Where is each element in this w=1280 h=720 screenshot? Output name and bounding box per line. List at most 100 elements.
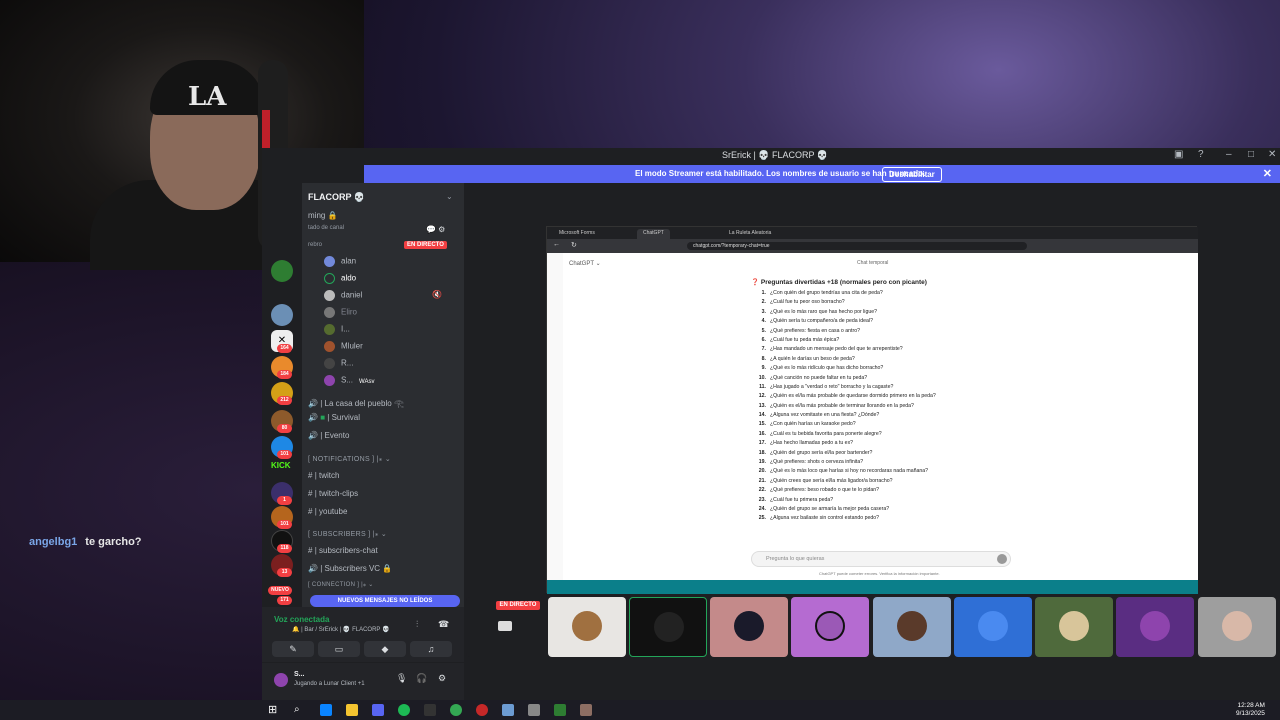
list-item-text: ¿A quién le darías un beso de peda? — [770, 355, 855, 362]
camera-button[interactable]: ✎ — [272, 641, 314, 657]
voice-actions-icon[interactable]: 💬 ⚙ — [426, 225, 445, 234]
mic-icon[interactable]: 🎙 — [396, 673, 407, 684]
obs-icon[interactable] — [476, 704, 488, 716]
list-item-number: 18. — [758, 449, 766, 456]
participant-tile[interactable] — [1198, 597, 1276, 657]
live-member-name[interactable]: rebro — [308, 242, 322, 248]
participant-tile[interactable] — [1035, 597, 1113, 657]
list-item: 1. ¿Con quién del grupo tendrías una cita… — [755, 289, 1055, 298]
list-item: 24. ¿Quién del grupo se armaría la mejor … — [755, 505, 1055, 514]
participant-tile[interactable] — [873, 597, 951, 657]
back-icon[interactable]: ← — [553, 241, 560, 248]
text-channel[interactable]: # | youtube — [308, 507, 347, 516]
maximize-icon[interactable]: □ — [1248, 149, 1254, 160]
voice-channel[interactable]: 🔊 | La casa del pueblo 𓂀 — [308, 395, 404, 409]
category-connection[interactable]: [ CONNECTION ] |⁎ ⌄ — [308, 581, 374, 588]
participant-tile[interactable] — [548, 597, 626, 657]
chevron-down-icon[interactable]: ⌄ — [446, 192, 453, 201]
participant-tile[interactable] — [791, 597, 869, 657]
screen-icon — [498, 621, 512, 631]
banner-close-icon[interactable]: ✕ — [1263, 167, 1272, 180]
hash-icon: # — [308, 489, 313, 498]
minecraft-icon[interactable] — [580, 704, 592, 716]
voice-mode-icon[interactable] — [997, 554, 1007, 564]
list-item-number: 9. — [761, 365, 766, 372]
url-field[interactable]: chatgpt.com/?temporary-chat=true — [687, 242, 1027, 250]
participant-tile[interactable] — [629, 597, 707, 657]
text-channel[interactable]: # | subscribers-chat — [308, 546, 378, 555]
category-notifications[interactable]: [ NOTIFICATIONS ] |⁎ ⌄ — [308, 455, 391, 463]
voice-member[interactable]: Eliro — [324, 307, 357, 318]
list-item: 3. ¿Qué es lo más raro que has hecho por … — [755, 308, 1055, 317]
voice-member[interactable]: daniel — [324, 290, 362, 301]
list-item-text: ¿Qué prefieres: fiesta en casa o antro? — [770, 327, 860, 334]
list-item-number: 4. — [761, 318, 766, 325]
list-item-number: 8. — [761, 355, 766, 362]
terminal-icon[interactable] — [424, 704, 436, 716]
noise-icon[interactable]: ⫶ — [416, 619, 418, 630]
server-name[interactable]: FLACORP 💀 — [308, 192, 365, 203]
activity-button[interactable]: ◆ — [364, 641, 406, 657]
text-channel[interactable]: # | twitch — [308, 471, 339, 480]
server-badge: 1 — [277, 496, 292, 505]
chatgpt-model-picker[interactable]: ChatGPT ⌄ — [569, 260, 601, 267]
tab[interactable]: La Ruleta Aleatoria — [723, 229, 777, 239]
voice-channel[interactable]: 🔊 | Evento — [308, 431, 349, 440]
voice-channel[interactable]: 🔊 | Subscribers VC 🔒 — [308, 564, 392, 573]
voice-channel[interactable]: 🔊 ■ | Survival — [308, 413, 360, 422]
participant-tile[interactable] — [954, 597, 1032, 657]
list-item-number: 22. — [758, 487, 766, 494]
kick-server-label[interactable]: KICK — [271, 461, 291, 470]
disable-streamer-button[interactable]: Deshabilitar — [882, 167, 942, 182]
disconnect-icon[interactable]: ☎ — [438, 619, 449, 630]
list-item: 4. ¿Quién sería tu compañero/a de peda id… — [755, 317, 1055, 326]
app-icon[interactable] — [502, 704, 514, 716]
tab[interactable]: Microsoft Forms — [553, 229, 601, 239]
discord-icon[interactable] — [372, 704, 384, 716]
headphones-icon[interactable]: 🎧 — [416, 673, 427, 684]
avatar[interactable] — [274, 673, 288, 687]
search-icon[interactable]: ⌕ — [294, 704, 306, 716]
server-badge: 101 — [277, 520, 292, 529]
app-icon[interactable] — [554, 704, 566, 716]
participant-tile[interactable] — [710, 597, 788, 657]
system-clock[interactable]: 12:28 AM 9/13/2025 — [1236, 702, 1265, 718]
streamer-mode-banner: El modo Streamer está habilitado. Los no… — [364, 165, 1280, 183]
text-channel[interactable]: # | twitch-clips — [308, 489, 358, 498]
tab[interactable]: ChatGPT — [637, 229, 670, 239]
server-icon[interactable] — [271, 260, 293, 282]
soundboard-button[interactable]: ♫ — [410, 641, 452, 657]
gear-icon[interactable]: ⚙ — [438, 673, 446, 684]
chat-text: te garcho? — [85, 536, 142, 548]
copilot-icon[interactable] — [320, 704, 332, 716]
screen-share-stream[interactable]: Microsoft Forms ChatGPT La Ruleta Aleato… — [546, 226, 1198, 594]
cap-logo: LA — [188, 82, 227, 112]
server-icon[interactable] — [271, 304, 293, 326]
close-icon[interactable]: ✕ — [1268, 149, 1276, 160]
list-item-number: 13. — [758, 402, 766, 409]
chrome-icon[interactable] — [450, 704, 462, 716]
new-messages-pill[interactable]: NUEVOS MENSAJES NO LEÍDOS — [310, 595, 460, 607]
minimize-icon[interactable]: – — [1226, 149, 1232, 160]
reload-icon[interactable]: ↻ — [571, 241, 577, 249]
file-explorer-icon[interactable] — [346, 704, 358, 716]
screen-share-button[interactable]: ▭ — [318, 641, 360, 657]
muted-icon: 🔇 — [432, 290, 442, 299]
voice-member[interactable]: Mluler — [324, 341, 363, 352]
avatar — [1222, 611, 1252, 641]
app-icon[interactable] — [528, 704, 540, 716]
voice-member[interactable]: alan — [324, 256, 356, 267]
prompt-input[interactable]: Pregunta lo que quieras — [751, 551, 1011, 567]
spotify-icon[interactable] — [398, 704, 410, 716]
inbox-icon[interactable]: ▣ — [1174, 149, 1183, 160]
voice-member[interactable]: aldo — [324, 273, 356, 284]
list-item-text: ¿Con quién del grupo tendrías una cita d… — [770, 290, 883, 296]
voice-member[interactable]: S... WAsv — [324, 375, 374, 386]
help-icon[interactable]: ? — [1198, 149, 1204, 160]
windows-start-icon[interactable]: ⊞ — [268, 704, 280, 716]
voice-member[interactable]: I... — [324, 324, 350, 335]
voice-member[interactable]: R... — [324, 358, 353, 369]
list-item-number: 3. — [761, 308, 766, 315]
category-subscribers[interactable]: [ SUBSCRIBERS ] |⁎ ⌄ — [308, 530, 387, 538]
participant-tile[interactable] — [1116, 597, 1194, 657]
